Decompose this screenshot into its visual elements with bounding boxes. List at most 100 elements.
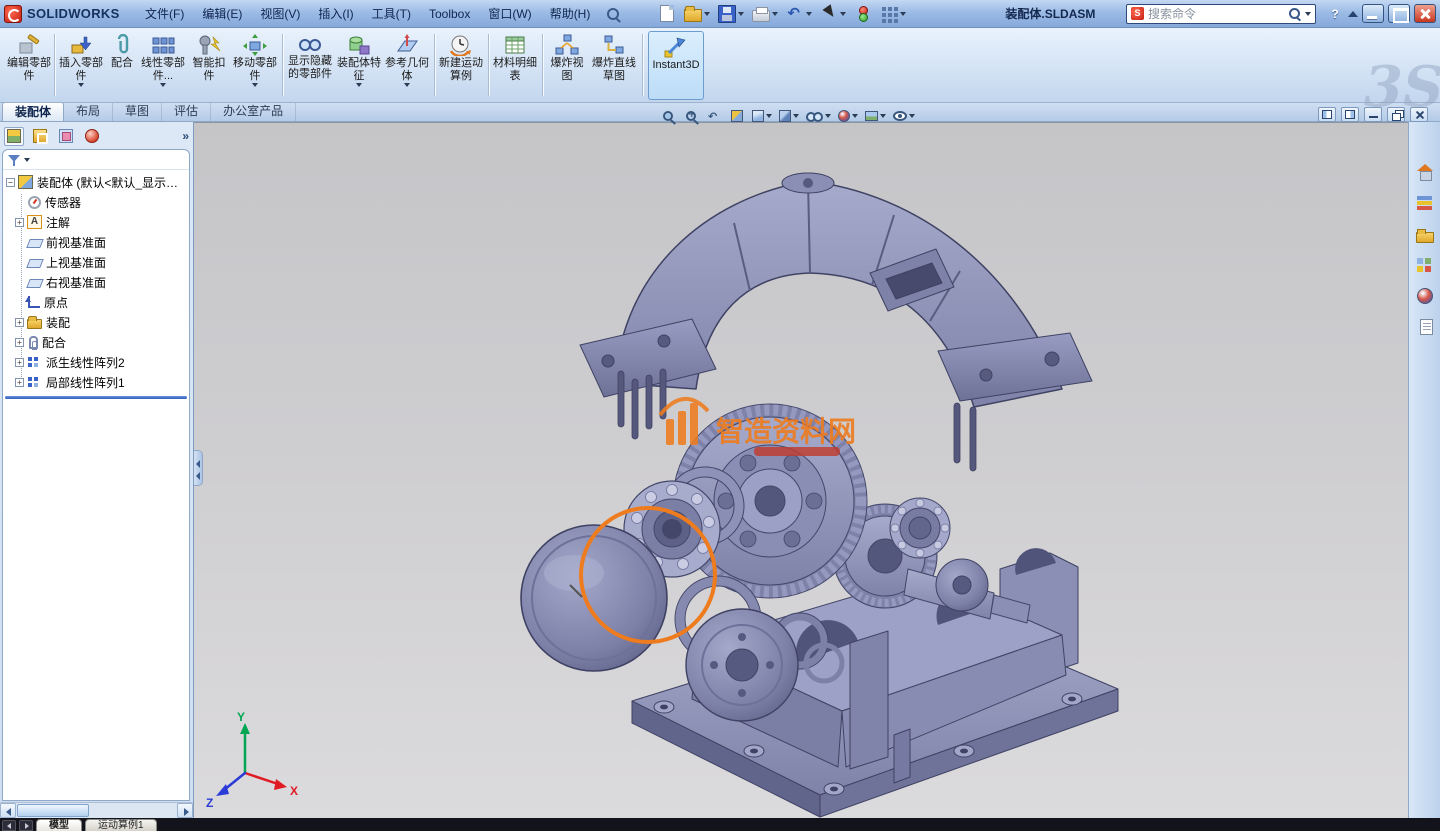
solidworks-resources-button[interactable] (1412, 160, 1438, 184)
pane-left-icon[interactable] (1318, 107, 1336, 122)
help-icon[interactable]: ? (1326, 5, 1344, 23)
filter-dropdown-icon[interactable] (24, 158, 30, 162)
tree-expand-icon[interactable] (15, 338, 24, 347)
smart-fasteners-button[interactable]: 智能扣件 (188, 31, 230, 100)
document-close-icon[interactable] (1410, 107, 1428, 122)
menu-insert[interactable]: 插入(I) (309, 3, 362, 25)
study-scroll-left-icon[interactable] (2, 820, 16, 831)
panel-expand-chevron-icon[interactable] (182, 129, 189, 143)
new-document-button[interactable] (655, 2, 679, 26)
tree-item-mates[interactable]: 配合 (3, 332, 189, 352)
custom-properties-button[interactable] (1412, 315, 1438, 339)
filter-funnel-icon[interactable] (8, 154, 20, 166)
rollback-bar[interactable] (5, 396, 187, 399)
apply-scene-button[interactable] (863, 106, 888, 126)
menu-view[interactable]: 视图(V) (251, 3, 309, 25)
tree-item-annotations[interactable]: 注解 (3, 212, 189, 232)
close-button[interactable] (1414, 4, 1436, 23)
tree-item-assembly-root[interactable]: 装配体 (默认<默认_显示状态-1 (3, 172, 189, 192)
new-motion-study-button[interactable]: 新建运动算例 (438, 31, 484, 100)
tree-item-origin[interactable]: 原点 (3, 292, 189, 312)
search-icon[interactable] (1289, 8, 1301, 20)
menu-edit[interactable]: 编辑(E) (193, 3, 251, 25)
graphics-area[interactable]: 智造资料网 Y X Z (194, 122, 1408, 818)
scrollbar-thumb[interactable] (17, 804, 89, 817)
pane-right-icon[interactable] (1341, 107, 1359, 122)
tree-item-right-plane[interactable]: 右视基准面 (3, 272, 189, 292)
move-component-button[interactable]: 移动零部件 (232, 31, 278, 100)
file-explorer-button[interactable] (1412, 222, 1438, 246)
tree-expand-icon[interactable] (15, 318, 24, 327)
previous-view-button[interactable] (704, 106, 724, 126)
menu-file[interactable]: 文件(F) (136, 3, 193, 25)
undo-button[interactable] (783, 2, 815, 26)
tree-expand-icon[interactable] (15, 378, 24, 387)
propertymanager-tab[interactable] (30, 127, 50, 146)
scroll-left-icon[interactable] (0, 803, 16, 818)
menu-toolbox[interactable]: Toolbox (420, 3, 479, 25)
open-button[interactable] (681, 2, 713, 26)
save-button[interactable] (715, 2, 747, 26)
display-style-button[interactable] (777, 106, 801, 126)
tree-expand-icon[interactable] (15, 358, 24, 367)
view-palette-button[interactable] (1412, 253, 1438, 277)
collapse-toolbar-icon[interactable] (1348, 11, 1358, 17)
tab-evaluate[interactable]: 评估 (162, 102, 211, 121)
options-button[interactable] (877, 2, 909, 26)
tree-item-derived-pattern[interactable]: 派生线性阵列2 (3, 352, 189, 372)
tab-assembly[interactable]: 装配体 (2, 102, 64, 121)
minimize-button[interactable] (1362, 4, 1384, 23)
featuremanager-tab[interactable] (4, 127, 24, 146)
panel-splitter[interactable] (194, 450, 203, 486)
zoom-area-button[interactable] (681, 106, 701, 126)
exploded-view-button[interactable]: 爆炸视图 (546, 31, 588, 100)
displaymanager-tab[interactable] (82, 127, 102, 146)
explode-line-sketch-button[interactable]: 爆炸直线草图 (590, 31, 638, 100)
document-minimize-icon[interactable] (1364, 107, 1382, 122)
tree-item-local-pattern[interactable]: 局部线性阵列1 (3, 372, 189, 392)
menu-help[interactable]: 帮助(H) (541, 3, 600, 25)
model-tab[interactable]: 模型 (36, 819, 82, 831)
command-search-box[interactable]: 搜索命令 (1126, 4, 1316, 24)
tree-item-front-plane[interactable]: 前视基准面 (3, 232, 189, 252)
tab-office-products[interactable]: 办公室产品 (211, 102, 296, 121)
edit-appearance-button[interactable] (836, 106, 860, 126)
maximize-button[interactable] (1388, 4, 1410, 23)
document-restore-icon[interactable] (1387, 107, 1405, 122)
tab-layout[interactable]: 布局 (64, 102, 113, 121)
reference-geometry-button[interactable]: 参考几何体 (384, 31, 430, 100)
print-button[interactable] (749, 2, 781, 26)
tree-item-top-plane[interactable]: 上视基准面 (3, 252, 189, 272)
scroll-right-icon[interactable] (177, 803, 193, 818)
motion-study-tab[interactable]: 运动算例1 (85, 819, 157, 831)
show-hidden-components-button[interactable]: 显示隐藏的零部件 (286, 31, 334, 100)
section-view-button[interactable] (727, 106, 747, 126)
hide-show-items-button[interactable] (804, 106, 833, 126)
tree-item-sensors[interactable]: 传感器 (3, 192, 189, 212)
menu-window[interactable]: 窗口(W) (479, 3, 540, 25)
panel-horizontal-scrollbar[interactable] (0, 802, 193, 818)
edit-component-button[interactable]: 编辑零部件 (6, 31, 52, 100)
tab-sketch[interactable]: 草图 (113, 102, 162, 121)
tree-collapse-icon[interactable] (6, 178, 15, 187)
instant3d-button[interactable]: Instant3D (648, 31, 704, 100)
bill-of-materials-button[interactable]: 材料明细表 (492, 31, 538, 100)
study-scroll-right-icon[interactable] (19, 820, 33, 831)
configurationmanager-tab[interactable] (56, 127, 76, 146)
search-input[interactable]: 搜索命令 (1148, 5, 1285, 22)
view-orientation-button[interactable] (750, 106, 774, 126)
mate-button[interactable]: 配合 (104, 31, 140, 100)
tree-item-assembly-folder[interactable]: 装配 (3, 312, 189, 332)
search-dropdown-icon[interactable] (1305, 12, 1311, 16)
zoom-fit-button[interactable] (658, 106, 678, 126)
view-settings-button[interactable] (891, 106, 917, 126)
menu-tools[interactable]: 工具(T) (363, 3, 420, 25)
select-button[interactable] (817, 2, 849, 26)
rebuild-button[interactable] (851, 2, 875, 26)
tree-expand-icon[interactable] (15, 218, 24, 227)
insert-components-button[interactable]: 插入零部件 (58, 31, 104, 100)
design-library-button[interactable] (1412, 191, 1438, 215)
appearances-button[interactable] (1412, 284, 1438, 308)
linear-component-pattern-button[interactable]: 线性零部件... (140, 31, 186, 100)
assembly-features-button[interactable]: 装配体特征 (336, 31, 382, 100)
